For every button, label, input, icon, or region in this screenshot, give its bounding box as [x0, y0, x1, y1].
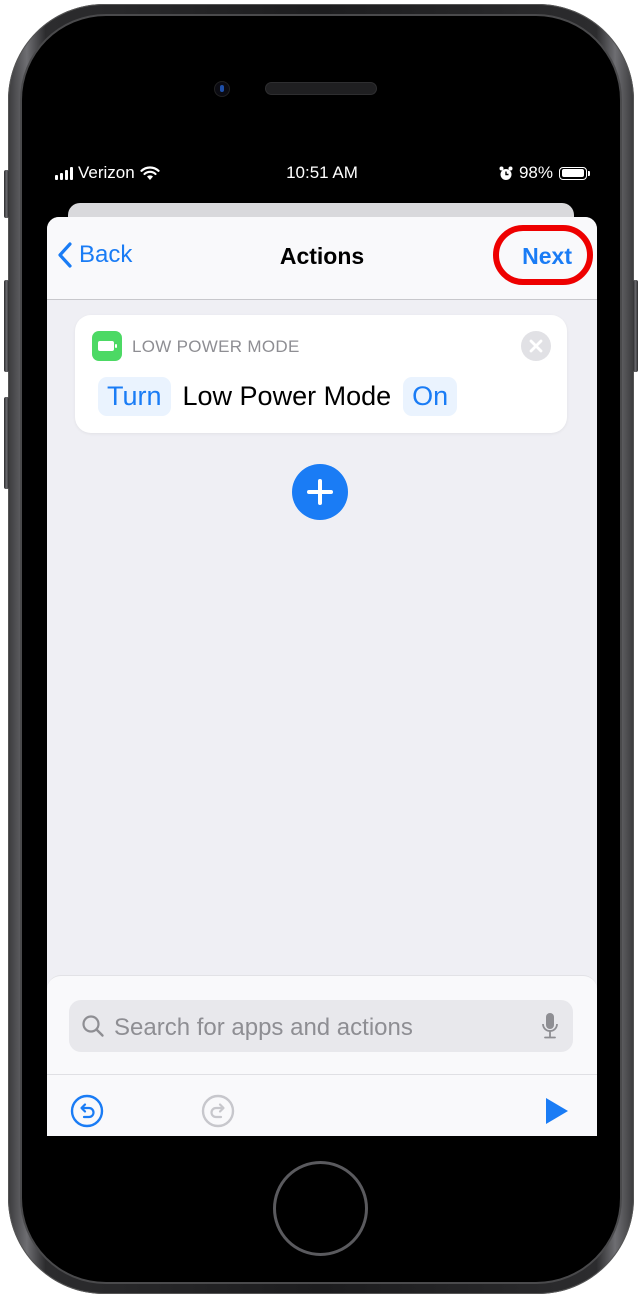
remove-action-button[interactable] — [521, 331, 551, 361]
action-text: Low Power Mode — [182, 381, 392, 411]
navigation-bar: Back Actions Next — [47, 217, 597, 300]
home-button[interactable] — [273, 1161, 368, 1256]
close-icon — [529, 339, 543, 353]
volume-up-button — [4, 280, 9, 372]
screen: Verizon 10:51 AM 98% Back Actions Next L… — [47, 158, 597, 1136]
action-search-panel: Search for apps and actions — [47, 975, 597, 1136]
next-button[interactable]: Next — [522, 243, 572, 270]
status-bar: Verizon 10:51 AM 98% — [47, 158, 597, 188]
add-action-button[interactable] — [292, 464, 348, 520]
chevron-left-icon — [58, 242, 72, 268]
search-placeholder: Search for apps and actions — [114, 1014, 413, 1041]
back-button[interactable]: Back — [57, 241, 132, 269]
toolbar-divider — [47, 1074, 597, 1075]
action-card-low-power-mode[interactable]: LOW POWER MODE Turn Low Power Mode On — [75, 315, 567, 433]
back-label: Back — [79, 241, 133, 268]
volume-down-button — [4, 397, 9, 489]
play-icon[interactable] — [544, 1096, 570, 1126]
earpiece-speaker — [266, 83, 376, 94]
front-camera — [215, 82, 229, 96]
power-button — [633, 280, 638, 372]
mute-switch — [4, 170, 9, 218]
battery-app-icon — [92, 331, 122, 361]
shortcut-editor-sheet: Back Actions Next LOW POWER MODE Turn Lo… — [47, 217, 597, 1136]
microphone-icon[interactable] — [541, 1012, 559, 1040]
battery-percent: 98% — [518, 163, 553, 182]
parameter-operation-token[interactable]: Turn — [98, 377, 171, 416]
action-app-label: LOW POWER MODE — [132, 337, 300, 356]
action-sentence: Turn Low Power Mode On — [98, 377, 458, 416]
search-icon — [82, 1015, 104, 1037]
parameter-state-token[interactable]: On — [403, 377, 458, 416]
battery-icon — [559, 166, 590, 180]
search-input[interactable]: Search for apps and actions — [69, 1000, 573, 1052]
undo-icon[interactable] — [70, 1094, 104, 1128]
redo-icon[interactable] — [201, 1094, 235, 1128]
alarm-icon — [499, 166, 513, 180]
